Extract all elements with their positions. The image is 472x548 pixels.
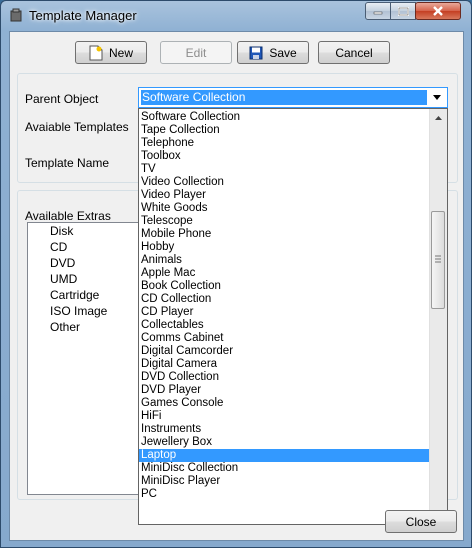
dropdown-option[interactable]: Laptop xyxy=(139,449,429,462)
dropdown-option[interactable]: Comms Cabinet xyxy=(139,332,429,345)
dropdown-option[interactable]: Collectables xyxy=(139,319,429,332)
dropdown-option[interactable]: Video Collection xyxy=(139,176,429,189)
minimize-button[interactable] xyxy=(365,2,391,20)
maximize-button[interactable] xyxy=(390,2,416,20)
extras-list-item[interactable]: UMD xyxy=(28,271,139,287)
extras-list-item[interactable]: Cartridge xyxy=(28,287,139,303)
dropdown-option[interactable]: Hobby xyxy=(139,241,429,254)
dropdown-option[interactable]: Games Console xyxy=(139,397,429,410)
dropdown-option[interactable]: DVD Player xyxy=(139,384,429,397)
dropdown-option[interactable]: Digital Camera xyxy=(139,358,429,371)
parent-object-combobox[interactable]: Software Collection xyxy=(138,87,448,108)
grip-icon xyxy=(435,255,441,263)
scroll-up-button[interactable] xyxy=(431,109,446,126)
maximize-icon xyxy=(397,6,409,16)
close-icon xyxy=(433,6,443,16)
dropdown-option[interactable]: PC xyxy=(139,488,429,501)
arrow-up-icon xyxy=(435,115,442,120)
dropdown-option[interactable]: CD Collection xyxy=(139,293,429,306)
save-disk-icon xyxy=(249,46,263,59)
dropdown-option[interactable]: Video Player xyxy=(139,189,429,202)
app-icon xyxy=(10,8,22,22)
new-button-label: New xyxy=(108,45,133,60)
scroll-thumb[interactable] xyxy=(431,211,445,309)
dropdown-scrollbar[interactable] xyxy=(429,109,447,524)
extras-listbox[interactable]: Disk CD DVD UMD Cartridge ISO Image Other xyxy=(27,222,140,495)
extras-list-item[interactable]: Disk xyxy=(28,223,139,239)
extras-list-item[interactable]: CD xyxy=(28,239,139,255)
template-manager-window: Template Manager New Edit Save Cancel Pa… xyxy=(0,0,472,548)
title-bar[interactable]: Template Manager xyxy=(1,1,471,31)
chevron-down-icon xyxy=(433,95,441,100)
dropdown-option[interactable]: Telescope xyxy=(139,215,429,228)
edit-button-label: Edit xyxy=(185,45,207,60)
save-button-label: Save xyxy=(269,45,297,60)
dropdown-option[interactable]: HiFi xyxy=(139,410,429,423)
parent-object-label: Parent Object xyxy=(25,92,99,106)
cancel-button[interactable]: Cancel xyxy=(318,41,390,64)
dropdown-option[interactable]: Animals xyxy=(139,254,429,267)
available-templates-label: Avaiable Templates xyxy=(25,120,129,134)
dropdown-options: Software Collection Tape Collection Teleph… xyxy=(139,111,429,501)
extras-list: Disk CD DVD UMD Cartridge ISO Image Other xyxy=(28,223,139,335)
dropdown-option[interactable]: CD Player xyxy=(139,306,429,319)
close-button[interactable]: Close xyxy=(385,510,457,533)
parent-object-dropdown-list[interactable]: Software Collection Tape Collection Teleph… xyxy=(138,108,448,525)
dropdown-option[interactable]: Tape Collection xyxy=(139,124,429,137)
save-button[interactable]: Save xyxy=(237,41,309,64)
close-window-button[interactable] xyxy=(415,2,461,20)
template-name-label: Template Name xyxy=(25,156,110,170)
dropdown-option[interactable]: Apple Mac xyxy=(139,267,429,280)
dialog-body: New Edit Save Cancel Parent Object Avaia… xyxy=(9,31,464,541)
dropdown-option[interactable]: MiniDisc Collection xyxy=(139,462,429,475)
close-button-label: Close xyxy=(405,514,437,529)
dropdown-option[interactable]: Jewellery Box xyxy=(139,436,429,449)
dropdown-option[interactable]: Telephone xyxy=(139,137,429,150)
available-extras-label: Available Extras xyxy=(25,209,111,223)
minimize-icon xyxy=(373,11,383,15)
dropdown-option[interactable]: DVD Collection xyxy=(139,371,429,384)
new-document-icon xyxy=(89,45,103,60)
dropdown-option[interactable]: Book Collection xyxy=(139,280,429,293)
edit-button[interactable]: Edit xyxy=(160,41,232,64)
extras-list-item[interactable]: ISO Image xyxy=(28,303,139,319)
dropdown-option[interactable]: White Goods xyxy=(139,202,429,215)
parent-object-selected-value: Software Collection xyxy=(141,90,427,105)
combobox-dropdown-button[interactable] xyxy=(429,90,445,105)
dropdown-option[interactable]: Software Collection xyxy=(139,111,429,124)
dropdown-option[interactable]: Instruments xyxy=(139,423,429,436)
dropdown-option[interactable]: Digital Camcorder xyxy=(139,345,429,358)
dropdown-option[interactable]: Toolbox xyxy=(139,150,429,163)
dropdown-option[interactable]: MiniDisc Player xyxy=(139,475,429,488)
new-button[interactable]: New xyxy=(75,41,147,64)
window-title: Template Manager xyxy=(29,8,137,23)
dropdown-option[interactable]: TV xyxy=(139,163,429,176)
cancel-button-label: Cancel xyxy=(335,45,373,60)
extras-list-item[interactable]: DVD xyxy=(28,255,139,271)
dropdown-option[interactable]: Mobile Phone xyxy=(139,228,429,241)
extras-list-item[interactable]: Other xyxy=(28,319,139,335)
